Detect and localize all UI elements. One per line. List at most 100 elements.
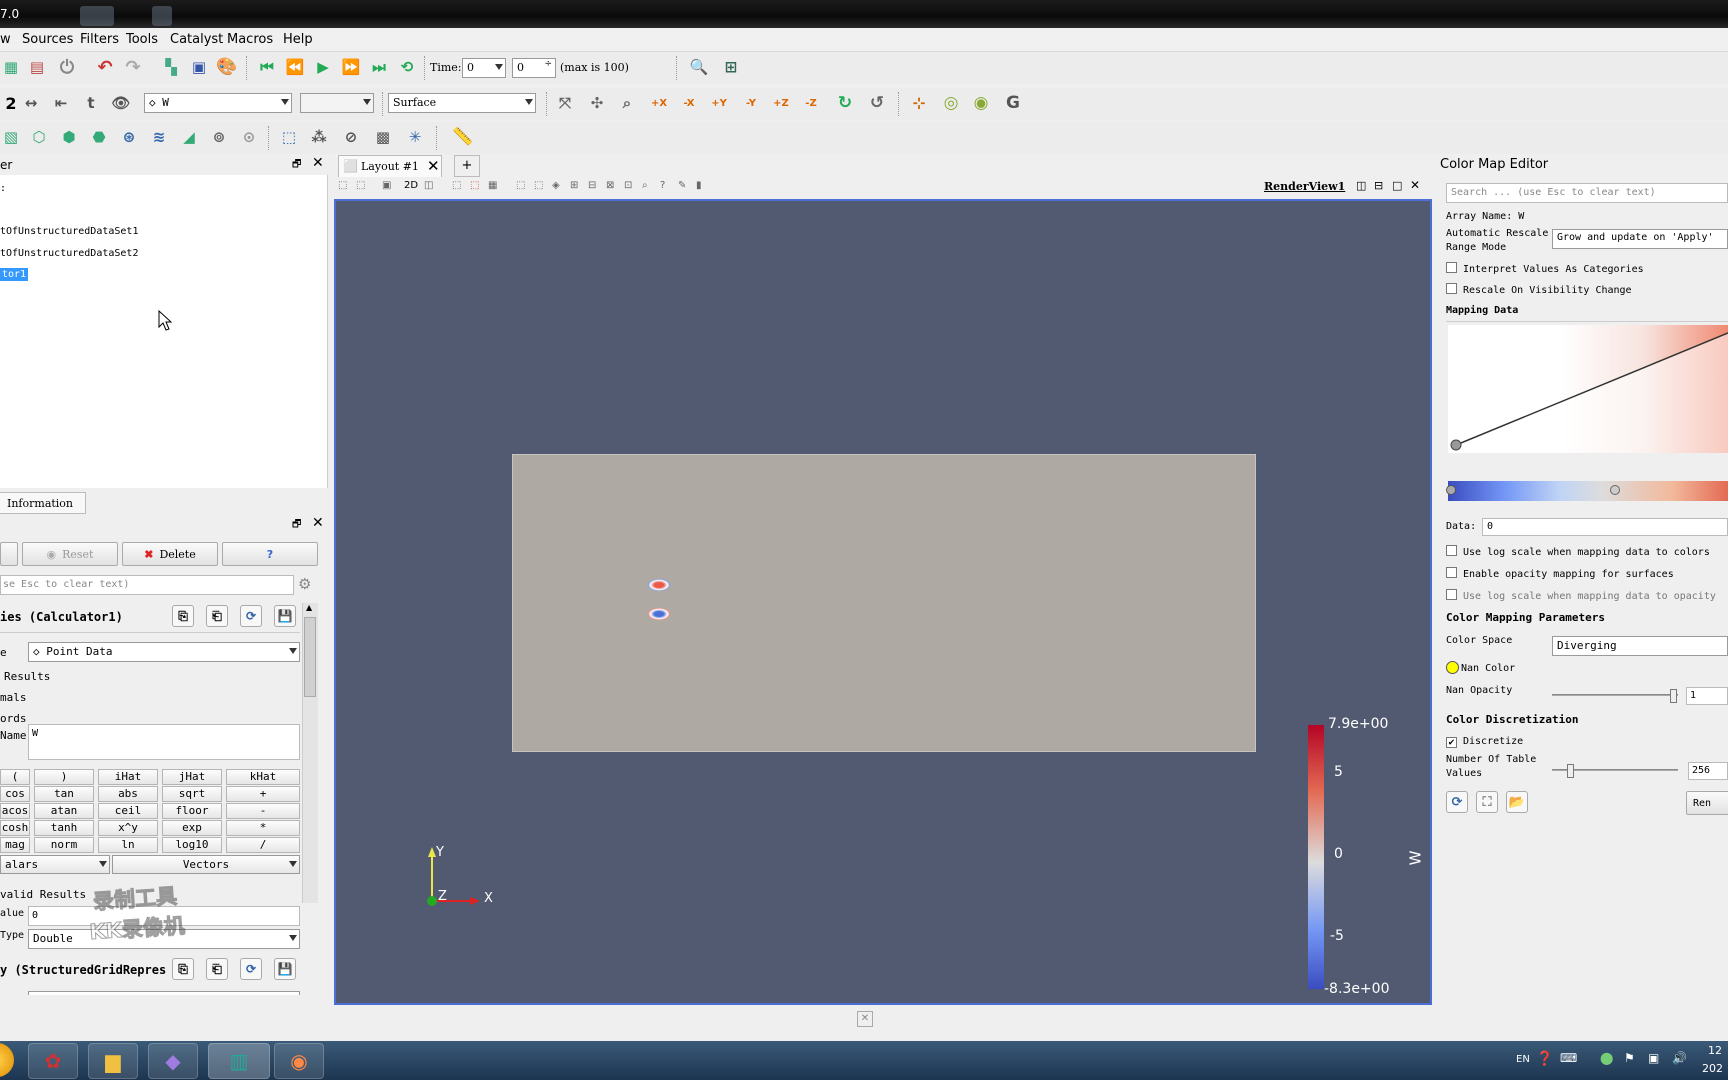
copy-icon[interactable]: ⎘ bbox=[172, 958, 194, 980]
reload-icon[interactable]: ⟳ bbox=[240, 605, 262, 627]
glyph-filter-icon[interactable]: ◢ bbox=[178, 126, 200, 148]
calc-button-ceil[interactable]: ceil bbox=[98, 803, 158, 819]
undo-icon[interactable]: ↶ bbox=[94, 56, 116, 78]
scalars-combo[interactable]: alars bbox=[0, 855, 110, 874]
discretize-checkbox[interactable]: ✔ Discretize bbox=[1446, 736, 1523, 748]
log-scale-opacity-checkbox[interactable]: Use log scale when mapping data to opaci… bbox=[1446, 589, 1716, 602]
view-minus-x-icon[interactable]: -X bbox=[678, 92, 700, 114]
rotation-center-icon[interactable]: G bbox=[1002, 92, 1024, 114]
information-tab[interactable]: Information bbox=[0, 492, 86, 514]
calc-button-lparen[interactable]: ( bbox=[0, 769, 30, 785]
render-button[interactable]: Ren bbox=[1686, 791, 1728, 815]
view-tool-icon[interactable]: ▣ bbox=[382, 180, 391, 191]
select-frustum-icon[interactable]: ▦ bbox=[488, 180, 497, 191]
volume-tray-icon[interactable]: 🔊 bbox=[1672, 1051, 1687, 1065]
view-minus-y-icon[interactable]: -Y bbox=[740, 92, 762, 114]
threshold-filter-icon[interactable]: ⊛ bbox=[118, 126, 140, 148]
calc-button-tan[interactable]: tan bbox=[34, 786, 94, 802]
rescale-temporal-icon[interactable]: t bbox=[80, 92, 102, 114]
calc-button-plus[interactable]: + bbox=[226, 786, 300, 802]
menu-macros[interactable]: Macros bbox=[227, 32, 273, 47]
paste-icon[interactable]: ⎗ bbox=[206, 605, 228, 627]
help-tray-icon[interactable]: ❓ bbox=[1536, 1051, 1553, 1067]
render-view[interactable]: 7.9e+00 5 0 -5 -8.3e+00 W Y Z X bbox=[334, 199, 1432, 1005]
interpret-categories-checkbox[interactable]: Interpret Values As Categories bbox=[1446, 262, 1644, 275]
start-button-icon[interactable] bbox=[0, 1043, 14, 1077]
taskbar-app-paint-icon[interactable]: ✿ bbox=[28, 1043, 78, 1079]
calc-button-jhat[interactable]: jHat bbox=[162, 769, 222, 785]
rescale-range-icon[interactable]: ↔ bbox=[20, 92, 42, 114]
calc-button-abs[interactable]: abs bbox=[98, 786, 158, 802]
time-index-spinbox[interactable]: 0 ÷ bbox=[512, 58, 556, 78]
rescale-visible-icon[interactable]: 👁 bbox=[110, 92, 132, 114]
opacity-function-editor[interactable] bbox=[1448, 325, 1728, 453]
ruler-icon[interactable]: 📏 bbox=[452, 126, 474, 148]
rescale-visibility-checkbox[interactable]: Rescale On Visibility Change bbox=[1446, 283, 1632, 296]
network-tray-icon[interactable]: ▣ bbox=[1648, 1051, 1659, 1065]
split-vertical-icon[interactable]: ⊟ bbox=[1374, 179, 1383, 192]
attribute-type-combo[interactable]: ◇ Point Data bbox=[28, 642, 300, 662]
pick-center-icon[interactable]: ◉ bbox=[970, 92, 992, 114]
delete-button[interactable]: ✖ Delete bbox=[122, 542, 218, 566]
auto-apply-icon[interactable]: ⏻ bbox=[56, 56, 78, 78]
float-panel-icon[interactable]: 🗗 bbox=[292, 517, 301, 534]
calc-button-atan[interactable]: atan bbox=[34, 803, 94, 819]
representation-display-combo[interactable] bbox=[28, 991, 300, 995]
camera-icon[interactable]: ◫ bbox=[424, 180, 433, 191]
vectors-combo[interactable]: Vectors bbox=[112, 855, 300, 874]
calc-button-acos[interactable]: acos bbox=[0, 803, 30, 819]
calc-button-ihat[interactable]: iHat bbox=[98, 769, 158, 785]
connect-icon[interactable]: ▚ bbox=[160, 56, 182, 78]
slice-filter-icon[interactable]: ⬣ bbox=[88, 126, 110, 148]
view-minus-z-icon[interactable]: -Z bbox=[800, 92, 822, 114]
flag-tray-icon[interactable]: ⚑ bbox=[1624, 1051, 1635, 1065]
tray-icon[interactable]: ⌨ bbox=[1560, 1051, 1577, 1065]
copy-icon[interactable]: ⎘ bbox=[172, 605, 194, 627]
nan-opacity-slider[interactable] bbox=[1552, 689, 1678, 703]
input-language-indicator[interactable]: EN bbox=[1516, 1054, 1530, 1065]
zoom-to-box-icon[interactable]: ⌕ bbox=[616, 92, 638, 114]
color-control-point[interactable] bbox=[1446, 485, 1456, 495]
paste-icon[interactable]: ⎗ bbox=[206, 958, 228, 980]
select-cells-icon[interactable]: ⬚ bbox=[278, 126, 300, 148]
representation-combo[interactable]: Surface bbox=[388, 93, 536, 113]
component-combo[interactable] bbox=[300, 93, 374, 113]
menu-sources[interactable]: Sources bbox=[22, 32, 73, 47]
redo-icon[interactable]: ↷ bbox=[122, 56, 144, 78]
properties-scrollbar[interactable]: ▲ bbox=[302, 603, 318, 903]
scroll-up-icon[interactable]: ▲ bbox=[306, 603, 312, 612]
save-icon[interactable]: 💾 bbox=[274, 605, 296, 627]
view-plus-y-icon[interactable]: +Y bbox=[708, 92, 730, 114]
float-panel-icon[interactable]: 🗗 bbox=[292, 157, 301, 174]
calc-button-minus[interactable]: - bbox=[226, 803, 300, 819]
palette-icon[interactable]: 🎨 bbox=[216, 56, 238, 78]
hover-cells-icon[interactable]: ⊟ bbox=[588, 180, 596, 191]
select-points-icon[interactable]: ⁂ bbox=[308, 126, 330, 148]
clock-time[interactable]: 12 bbox=[1708, 1044, 1722, 1057]
rescale-custom-icon[interactable]: ⇤ bbox=[50, 92, 72, 114]
rotate-plus-90-icon[interactable]: ↻ bbox=[834, 92, 856, 114]
calc-button-power[interactable]: x^y bbox=[98, 820, 158, 836]
play-icon[interactable]: ▶ bbox=[312, 56, 334, 78]
table-values-input[interactable]: 256 bbox=[1688, 762, 1728, 780]
shrink-selection-icon[interactable]: ⊡ bbox=[624, 180, 632, 191]
select-cells-icon[interactable]: ⬚ bbox=[452, 180, 461, 191]
calc-button-divide[interactable]: / bbox=[226, 837, 300, 853]
color-transfer-function[interactable] bbox=[1446, 481, 1728, 501]
maximize-view-icon[interactable]: □ bbox=[1392, 179, 1402, 192]
view-tool-icon[interactable]: ⬚ bbox=[338, 180, 347, 191]
calc-button-mag[interactable]: mag bbox=[0, 837, 30, 853]
open-file-icon[interactable]: ▦ bbox=[0, 56, 22, 78]
custom-range-icon[interactable]: ⛶ bbox=[1476, 791, 1498, 813]
calc-button-sqrt[interactable]: sqrt bbox=[162, 786, 222, 802]
add-layout-tab-button[interactable]: + bbox=[454, 155, 480, 177]
scrollbar-thumb[interactable] bbox=[304, 617, 316, 697]
calc-button-exp[interactable]: exp bbox=[162, 820, 222, 836]
close-split-icon[interactable]: ✕ bbox=[857, 1011, 873, 1027]
select-polygon-icon[interactable]: ▩ bbox=[372, 126, 394, 148]
calc-button-rparen[interactable]: ) bbox=[34, 769, 94, 785]
table-values-slider[interactable] bbox=[1552, 764, 1678, 778]
warp-vector-icon[interactable]: ⊙ bbox=[238, 126, 260, 148]
previous-frame-icon[interactable]: ⏪ bbox=[284, 56, 306, 78]
view-plus-z-icon[interactable]: +Z bbox=[770, 92, 792, 114]
